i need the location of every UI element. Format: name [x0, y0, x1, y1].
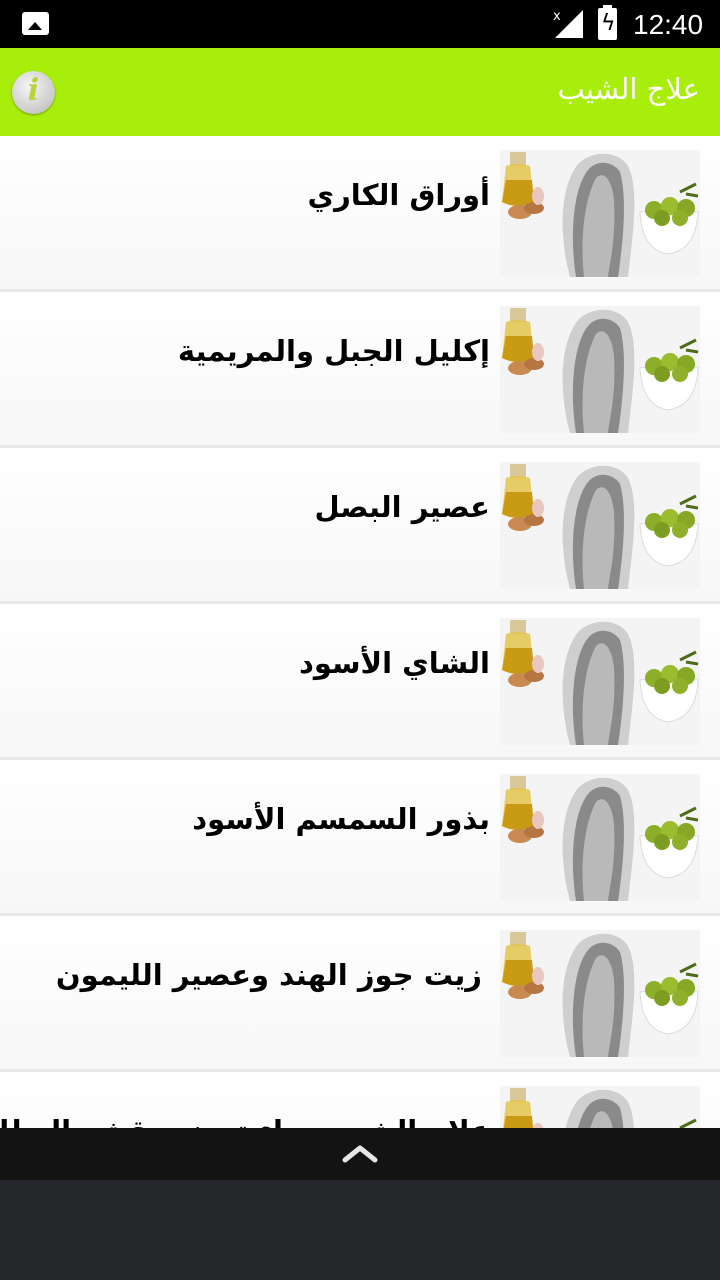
list-item[interactable]: إكليل الجبل والمريمية	[0, 292, 720, 445]
navigation-area	[0, 1180, 720, 1280]
list-item[interactable]: عصير البصل	[0, 448, 720, 601]
item-label: عصير البصل	[314, 490, 491, 524]
item-label: أوراق الكاري	[307, 178, 490, 212]
item-thumbnail	[500, 150, 700, 277]
battery-charging-icon: ϟ	[598, 5, 617, 40]
status-time: 12:40	[633, 9, 704, 40]
status-bar: x ϟ 12:40	[0, 0, 720, 48]
item-label: إكليل الجبل والمريمية	[177, 334, 490, 368]
item-thumbnail	[500, 1086, 700, 1128]
item-label: علاج الشيب بماء تحضير قشر البطاطس	[0, 1114, 490, 1128]
item-label: زيت جوز الهند وعصير الليمون	[55, 958, 482, 992]
chevron-up-icon[interactable]	[342, 1142, 378, 1164]
signal-icon: x	[553, 9, 583, 38]
list-item[interactable]: علاج الشيب بماء تحضير قشر البطاطس	[0, 1072, 720, 1128]
list-item[interactable]: الشاي الأسود	[0, 604, 720, 757]
item-thumbnail	[500, 618, 700, 745]
info-button[interactable]: i	[12, 71, 55, 114]
remedy-list[interactable]: أوراق الكاري إكليل الجبل والمريمية عصير …	[0, 136, 720, 1128]
info-icon: i	[27, 73, 40, 108]
item-label: بذور السمسم الأسود	[192, 802, 490, 836]
item-thumbnail	[500, 462, 700, 589]
item-thumbnail	[500, 930, 700, 1057]
app-bar: i علاج الشيب	[0, 48, 720, 136]
item-thumbnail	[500, 774, 700, 901]
list-item[interactable]: أوراق الكاري	[0, 136, 720, 289]
item-thumbnail	[500, 306, 700, 433]
bottom-bar	[0, 1128, 720, 1180]
svg-text:x: x	[553, 9, 561, 24]
item-label: الشاي الأسود	[298, 646, 490, 680]
image-notification-icon	[22, 12, 49, 35]
page-title: علاج الشيب	[557, 72, 700, 106]
list-item[interactable]: زيت جوز الهند وعصير الليمون	[0, 916, 720, 1069]
list-item[interactable]: بذور السمسم الأسود	[0, 760, 720, 913]
